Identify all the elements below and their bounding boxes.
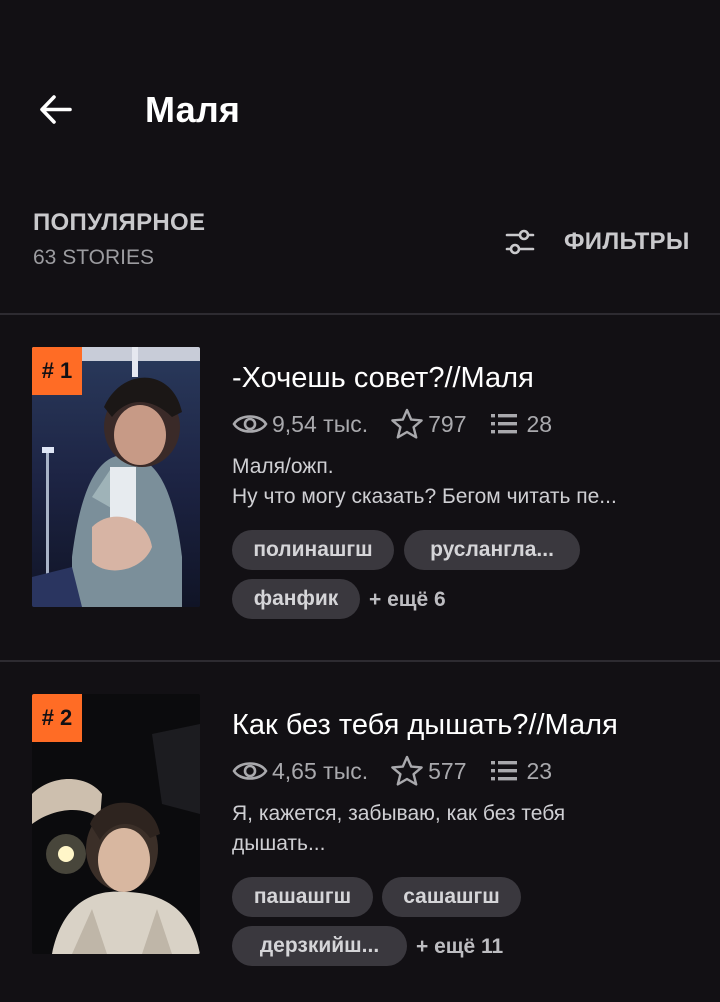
filters-button[interactable]: ФИЛЬТРЫ bbox=[504, 222, 690, 262]
story-description: Я, кажется, забываю, как без тебя дышать… bbox=[232, 799, 692, 859]
story-title[interactable]: -Хочешь совет?//Маля bbox=[232, 362, 534, 395]
eye-icon bbox=[232, 415, 268, 433]
tag-chip[interactable]: сашашгш bbox=[382, 877, 521, 917]
story-item[interactable]: # 1 -Хочешь совет?//Маля 9,54 тыс. 797 2… bbox=[0, 314, 720, 619]
parts-count: 28 bbox=[526, 410, 553, 437]
views-count: 4,65 тыс. bbox=[272, 757, 369, 784]
parts-stat: 28 bbox=[489, 410, 553, 438]
story-cover-image[interactable]: # 1 bbox=[32, 347, 200, 607]
tag-chip[interactable]: полинашгш bbox=[232, 530, 394, 570]
tag-chip[interactable]: фанфик bbox=[232, 579, 360, 619]
story-cover-image[interactable]: # 2 bbox=[32, 694, 200, 954]
views-count: 9,54 тыс. bbox=[272, 410, 369, 437]
app-header: Маля bbox=[0, 0, 720, 200]
votes-stat: 797 bbox=[390, 408, 467, 440]
sliders-icon bbox=[505, 229, 535, 255]
star-icon bbox=[391, 408, 423, 439]
more-tags-link[interactable]: + ещё 6 bbox=[369, 588, 446, 612]
votes-count: 797 bbox=[428, 410, 467, 437]
parts-stat: 23 bbox=[489, 757, 553, 785]
description-line: Ну что могу сказать? Бегом читать пе... bbox=[232, 485, 617, 508]
list-icon bbox=[490, 414, 517, 434]
description-line: Я, кажется, забываю, как без тебя bbox=[232, 802, 566, 825]
rank-badge: # 2 bbox=[32, 694, 82, 742]
star-icon bbox=[391, 755, 423, 786]
filters-label: ФИЛЬТРЫ bbox=[564, 228, 690, 255]
page-title: Маля bbox=[145, 89, 241, 130]
tag-chip[interactable]: пашашгш bbox=[232, 877, 373, 917]
story-item[interactable]: # 2 Как без тебя дышать?//Маля 4,65 тыс.… bbox=[0, 661, 720, 966]
eye-icon bbox=[232, 762, 268, 780]
story-description: Маля/ожп. Ну что могу сказать? Бегом чит… bbox=[232, 452, 692, 512]
more-tags-link[interactable]: + ещё 11 bbox=[416, 935, 503, 959]
tag-chip[interactable]: дерзкийш... bbox=[232, 926, 407, 966]
story-title[interactable]: Как без тебя дышать?//Маля bbox=[232, 709, 618, 742]
story-stats: 4,65 тыс. 577 23 bbox=[232, 755, 552, 787]
votes-count: 577 bbox=[428, 757, 467, 784]
views-stat: 9,54 тыс. bbox=[232, 410, 368, 438]
list-icon bbox=[490, 761, 517, 781]
sort-label[interactable]: ПОПУЛЯРНОЕ bbox=[33, 209, 205, 237]
description-line: дышать... bbox=[232, 832, 326, 855]
parts-count: 23 bbox=[526, 757, 553, 784]
description-line: Маля/ожп. bbox=[232, 455, 334, 478]
back-button[interactable] bbox=[36, 90, 76, 130]
story-stats: 9,54 тыс. 797 28 bbox=[232, 408, 552, 440]
story-count: 63 STORIES bbox=[33, 246, 154, 269]
rank-badge: # 1 bbox=[32, 347, 82, 395]
tag-chip[interactable]: русланглa... bbox=[404, 530, 580, 570]
views-stat: 4,65 тыс. bbox=[232, 757, 368, 785]
arrow-left-icon bbox=[40, 95, 72, 124]
votes-stat: 577 bbox=[390, 755, 467, 787]
